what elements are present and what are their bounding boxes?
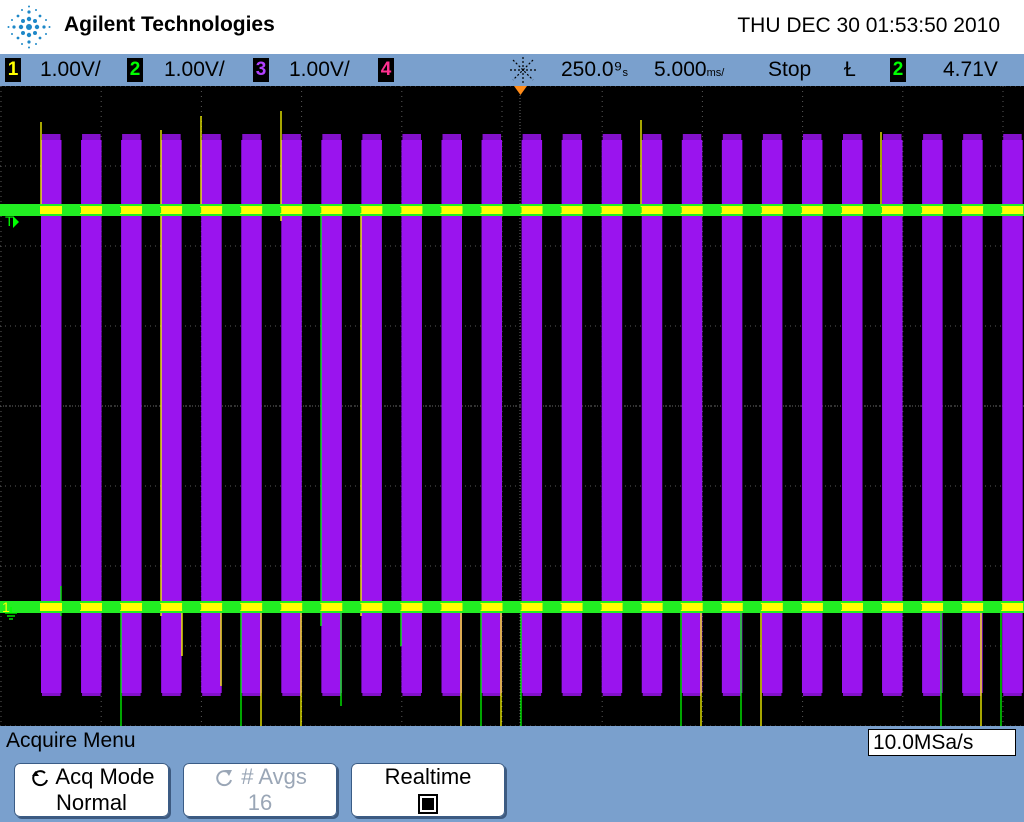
timebase-unit: ms/ (706, 67, 725, 79)
avgs-softkey[interactable]: # Avgs 16 (183, 763, 337, 817)
channel-2-badge[interactable]: 2 (127, 58, 143, 82)
waveform-display[interactable]: T 1 (0, 86, 1024, 726)
channel-4-badge[interactable]: 4 (378, 58, 394, 82)
channel-3-badge[interactable]: 3 (253, 58, 269, 82)
delay-burst-icon (510, 57, 536, 83)
channel-1-scale: 1.00V/ (40, 58, 101, 81)
menu-title: Acquire Menu (6, 729, 136, 752)
trigger-level: 4.71V (943, 58, 998, 81)
avgs-value: 16 (247, 790, 273, 815)
run-state: Stop (768, 58, 812, 81)
acq-mode-softkey[interactable]: Acq Mode Normal (14, 763, 169, 817)
brand-name: Agilent Technologies (64, 13, 275, 36)
graticule-grid (0, 86, 1024, 726)
checkbox-icon (418, 794, 438, 814)
agilent-spark-logo-icon (7, 5, 51, 49)
header-bar: Agilent Technologies THU DEC 30 01:53:50… (0, 0, 1024, 54)
realtime-label: Realtime (384, 764, 472, 789)
channel-2-scale: 1.00V/ (164, 58, 225, 81)
date-time: THU DEC 30 01:53:50 2010 (737, 14, 1000, 37)
acq-mode-value: Normal (56, 790, 127, 815)
timebase-value: 5.000ms/ (654, 58, 725, 81)
trigger-channel-badge[interactable]: 2 (890, 58, 906, 82)
delay-unit: s (622, 67, 629, 79)
trigger-slope-icon: Ɫ (844, 58, 856, 81)
trigger-level-marker[interactable]: T (5, 213, 14, 229)
delay-value: 250.0⁹s (561, 58, 629, 81)
trigger-position-marker-icon[interactable] (514, 86, 527, 95)
rotate-arrow-icon (31, 770, 48, 787)
acq-mode-label: Acq Mode (55, 764, 155, 789)
avgs-label: # Avgs (241, 764, 307, 789)
sample-rate: 10.0MSa/s (868, 729, 1016, 756)
channel-1-2-traces (0, 204, 1024, 613)
channel-1-badge[interactable]: 1 (5, 58, 21, 82)
channel-3-scale: 1.00V/ (289, 58, 350, 81)
realtime-softkey[interactable]: Realtime (351, 763, 505, 817)
waveform-svg: T 1 (0, 86, 1024, 726)
rotate-arrow-icon (216, 770, 233, 787)
trigger-arrow-icon (13, 216, 19, 228)
